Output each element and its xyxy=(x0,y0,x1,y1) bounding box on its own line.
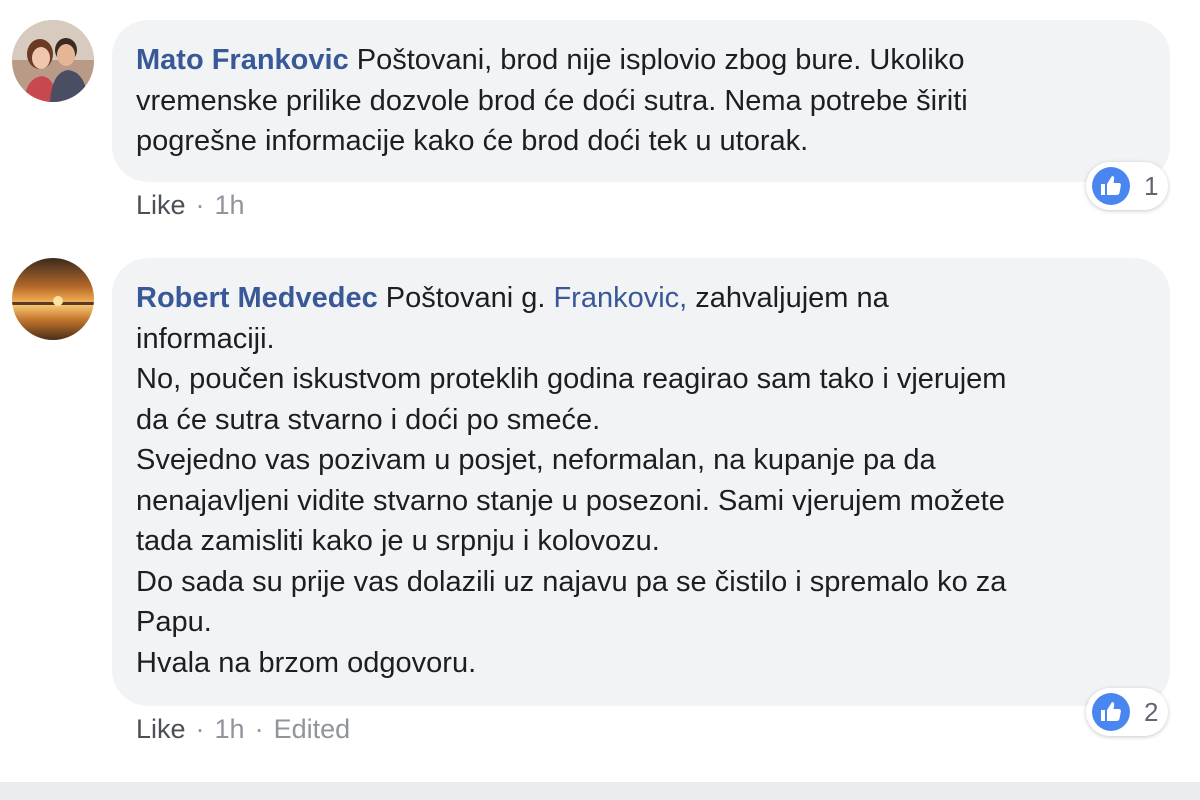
comment-text: No, poučen iskustvom proteklih godina re… xyxy=(136,363,1007,395)
comment-text: informaciji. xyxy=(136,322,275,355)
page-bottom-divider xyxy=(0,782,1200,800)
comment-text: tada zamisliti kako je u srpnju i kolovo… xyxy=(136,525,660,557)
edited-label[interactable]: Edited xyxy=(274,714,351,744)
reaction-count: 2 xyxy=(1144,696,1159,727)
like-thumb-icon xyxy=(1092,693,1130,731)
mention-link[interactable]: Frankovic, xyxy=(553,282,687,314)
comment-first-line: Robert Medvedec Poštovani g. Frankovic, … xyxy=(136,278,1142,319)
comment-text: Poštovani, brod nije isplovio zbog bure.… xyxy=(356,44,965,76)
comment-actions: Like · 1h xyxy=(136,190,245,221)
comment-timestamp[interactable]: 1h xyxy=(215,714,245,744)
like-link[interactable]: Like xyxy=(136,714,186,744)
comment-text: nenajavljeni vidite stvarno stanje u pos… xyxy=(136,484,1005,517)
comment-actions: Like · 1h · Edited xyxy=(136,714,350,745)
separator-dot: · xyxy=(254,714,264,744)
separator-dot: · xyxy=(195,190,205,220)
avatar-photo-sunset xyxy=(12,258,94,340)
comment-bubble: Mato Frankovic Poštovani, brod nije ispl… xyxy=(112,20,1170,182)
comment-text: pogrešne informacije kako će brod doći t… xyxy=(136,125,809,157)
avatar-photo-couple xyxy=(12,20,94,102)
comment-text: Svejedno vas pozivam u posjet, neformala… xyxy=(136,444,936,476)
avatar[interactable] xyxy=(12,258,94,340)
comment-text: Do sada su prije vas dolazili uz najavu … xyxy=(136,565,1007,598)
comment-bubble: Robert Medvedec Poštovani g. Frankovic, … xyxy=(112,258,1170,706)
like-thumb-icon xyxy=(1092,167,1130,205)
comment-first-line: Mato Frankovic Poštovani, brod nije ispl… xyxy=(136,40,1142,81)
comment-timestamp[interactable]: 1h xyxy=(215,190,245,220)
reaction-count: 1 xyxy=(1144,170,1159,201)
reaction-count-pill[interactable]: 2 xyxy=(1086,688,1169,736)
separator-dot: · xyxy=(195,714,205,744)
comment-text: Hvala na brzom odgovoru. xyxy=(136,646,477,679)
comment-text: da će sutra stvarno i doći po smeće. xyxy=(136,403,601,436)
comment-text: Poštovani g. xyxy=(385,282,546,314)
comment-text: vremenske prilike dozvole brod će doći s… xyxy=(136,84,968,117)
comment-text: Papu. xyxy=(136,606,212,638)
reaction-count-pill[interactable]: 1 xyxy=(1086,162,1169,210)
avatar[interactable] xyxy=(12,20,94,102)
comment-author-name[interactable]: Robert Medvedec xyxy=(136,282,378,314)
comment-text: zahvaljujem na xyxy=(695,282,889,314)
like-link[interactable]: Like xyxy=(136,190,186,220)
comment-author-name[interactable]: Mato Frankovic xyxy=(136,44,349,76)
